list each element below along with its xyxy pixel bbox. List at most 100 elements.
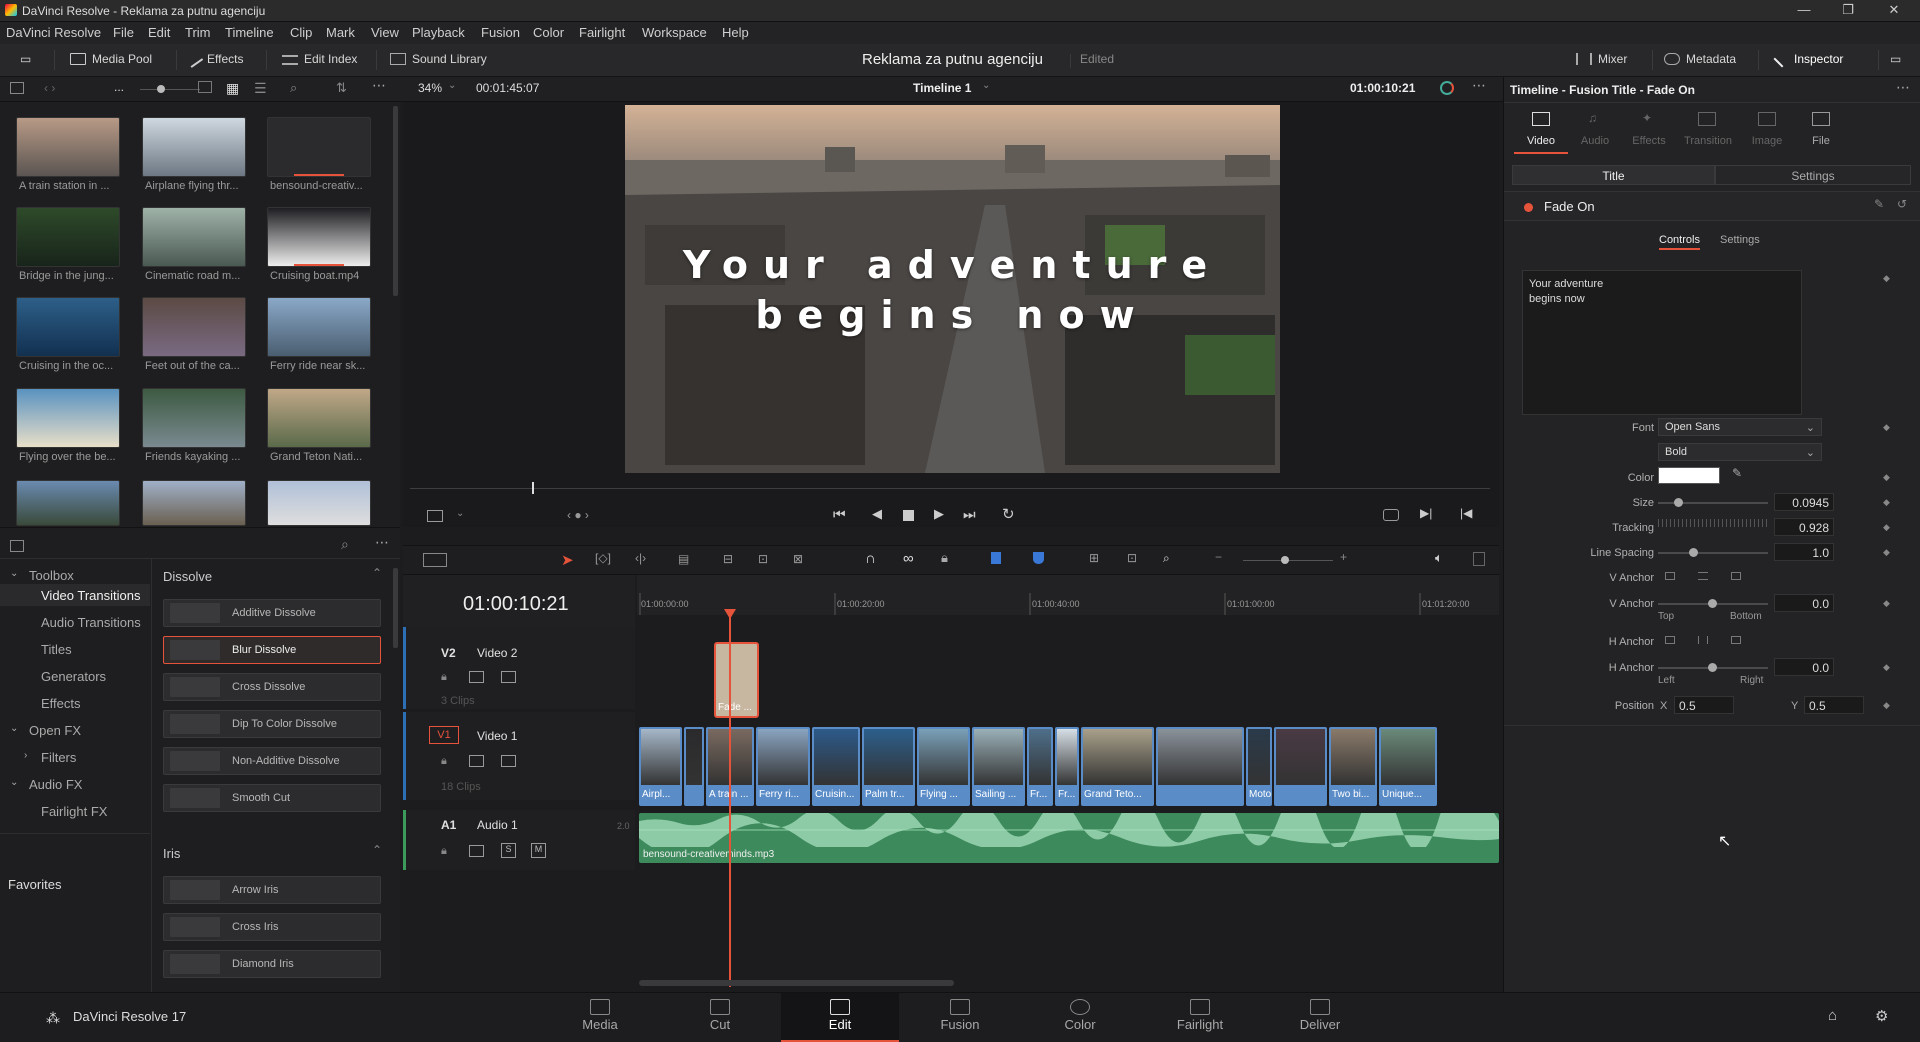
menu-file[interactable]: File: [113, 25, 134, 40]
zoom-in-icon[interactable]: +: [1340, 550, 1347, 564]
prev-edit-icon[interactable]: |◀: [1460, 506, 1472, 520]
edit-index-button[interactable]: Edit Index: [282, 52, 357, 66]
menu-fusion[interactable]: Fusion: [481, 25, 520, 40]
bin-path[interactable]: ...: [114, 80, 124, 94]
effect-arrow-iris[interactable]: Arrow Iris: [163, 876, 381, 904]
keyframe-icon[interactable]: ◆: [1883, 472, 1890, 483]
linked-selection-icon[interactable]: ∞: [903, 550, 914, 567]
viewer-options-icon[interactable]: ⋯: [1472, 77, 1486, 94]
clip-thumbnail[interactable]: [142, 117, 246, 177]
align-middle-icon[interactable]: [1698, 572, 1708, 580]
effects-button[interactable]: Effects: [184, 50, 243, 68]
go-to-end-icon[interactable]: ⏭: [963, 506, 976, 523]
viewer-mode-dropdown-icon[interactable]: ⌄: [456, 508, 464, 519]
clip-thumbnail[interactable]: [16, 207, 120, 267]
lock-icon[interactable]: 🔒︎: [441, 845, 447, 858]
lock-icon[interactable]: 🔒︎: [441, 755, 447, 768]
clip-thumbnail[interactable]: [16, 117, 120, 177]
effects-sidebar-icon[interactable]: [10, 540, 24, 552]
v1-clip[interactable]: Cruisin...: [812, 727, 860, 806]
tree-titles[interactable]: Titles: [41, 642, 72, 657]
iris-header[interactable]: Iris: [163, 846, 180, 861]
mute-button[interactable]: M: [531, 843, 546, 858]
h-anchor-knob[interactable]: [1708, 663, 1717, 672]
position-y-value[interactable]: 0.5: [1804, 696, 1864, 714]
keyframe-icon[interactable]: ◆: [1883, 662, 1890, 673]
audio-clip[interactable]: bensound-creativeminds.mp3: [639, 813, 1499, 863]
clip-thumbnail[interactable]: [16, 388, 120, 448]
page-media[interactable]: Media: [541, 993, 659, 1042]
sidebar-toggle-icon[interactable]: [10, 82, 24, 94]
menu-trim[interactable]: Trim: [185, 25, 211, 40]
monitor-icon[interactable]: ▭: [20, 52, 31, 66]
timeline-dropdown-icon[interactable]: ⌄: [982, 80, 990, 91]
minimize-icon[interactable]: —: [1784, 2, 1824, 17]
menu-fairlight[interactable]: Fairlight: [579, 25, 625, 40]
viewer-mode-icon[interactable]: [427, 510, 443, 522]
zoom-knob[interactable]: [1281, 556, 1289, 564]
flag-icon[interactable]: [991, 552, 1001, 564]
inspector-options-icon[interactable]: ⋯: [1896, 79, 1910, 96]
v1-clip[interactable]: [684, 727, 704, 806]
clip-thumbnail[interactable]: [16, 297, 120, 357]
effect-blur-dissolve[interactable]: Blur Dissolve: [163, 636, 381, 664]
font-select[interactable]: Open Sans ⌄: [1658, 418, 1822, 436]
tree-toolbox[interactable]: Toolbox: [29, 568, 74, 583]
clip-thumbnail[interactable]: [267, 207, 371, 267]
media-pool-button[interactable]: Media Pool: [70, 52, 152, 66]
effect-diamond-iris[interactable]: Diamond Iris: [163, 950, 381, 978]
tracking-slider[interactable]: [1658, 519, 1768, 527]
keyframe-icon[interactable]: ◆: [1883, 547, 1890, 558]
menu-playback[interactable]: Playback: [412, 25, 465, 40]
page-fusion[interactable]: Fusion: [901, 993, 1019, 1042]
tab-controls[interactable]: Controls: [1659, 234, 1700, 250]
page-deliver[interactable]: Deliver: [1261, 993, 1379, 1042]
align-right-icon[interactable]: [1731, 636, 1741, 644]
clip-thumbnail[interactable]: [142, 297, 246, 357]
tree-fairlight-fx[interactable]: Fairlight FX: [41, 804, 107, 819]
home-icon[interactable]: ⌂: [1828, 1007, 1837, 1024]
solo-button[interactable]: S: [501, 843, 516, 858]
keyframe-icon[interactable]: ◆: [1883, 497, 1890, 508]
track-name-v2[interactable]: Video 2: [477, 646, 517, 660]
tree-audio-transitions[interactable]: Audio Transitions: [41, 615, 141, 630]
page-fairlight[interactable]: Fairlight: [1141, 993, 1259, 1042]
marker-icon[interactable]: [1033, 552, 1044, 564]
playhead-line[interactable]: [729, 615, 731, 987]
reset-icon[interactable]: ↺: [1897, 197, 1907, 211]
v1-clip[interactable]: [1274, 727, 1327, 806]
lock-icon[interactable]: 🔒︎: [441, 671, 447, 684]
track-id-v1[interactable]: V1: [429, 726, 459, 744]
track-visibility-icon[interactable]: [501, 755, 516, 767]
v1-clip[interactable]: Unique...: [1379, 727, 1437, 806]
font-style-select[interactable]: Bold ⌄: [1658, 443, 1822, 461]
menu-help[interactable]: Help: [722, 25, 749, 40]
track-visibility-icon[interactable]: [501, 671, 516, 683]
clip-thumbnail[interactable]: [16, 480, 120, 526]
effect-additive-dissolve[interactable]: Additive Dissolve: [163, 599, 381, 627]
speaker-icon[interactable]: 🔈︎: [1435, 550, 1443, 566]
back-forward-icon[interactable]: ‹ ›: [44, 81, 55, 95]
keyframe-icon[interactable]: ◆: [1883, 522, 1890, 533]
zoom-detail-icon[interactable]: ⊡: [1127, 551, 1137, 565]
fullscreen-icon[interactable]: ▭: [1890, 52, 1901, 66]
subtab-settings[interactable]: Settings: [1715, 165, 1911, 185]
search-icon[interactable]: ⌕: [290, 80, 297, 96]
next-edit-icon[interactable]: ▶|: [1420, 506, 1432, 520]
clip-thumbnail[interactable]: [267, 117, 371, 177]
v1-clip[interactable]: Grand Teto...: [1081, 727, 1154, 806]
subtab-title[interactable]: Title: [1512, 165, 1715, 185]
loop-icon[interactable]: ↻: [1002, 505, 1015, 523]
menu-workspace[interactable]: Workspace: [642, 25, 707, 40]
effect-enable-toggle[interactable]: [1524, 203, 1533, 212]
v1-clip[interactable]: Airpl...: [639, 727, 682, 806]
play-icon[interactable]: ▶: [934, 506, 944, 522]
title-clip-fade-on[interactable]: Fade ...: [714, 642, 759, 718]
effect-dip-to-color[interactable]: Dip To Color Dissolve: [163, 710, 381, 738]
options-icon[interactable]: ⋯: [372, 77, 386, 94]
gear-icon[interactable]: ⚙: [1875, 1007, 1888, 1025]
tab-image[interactable]: Image: [1740, 108, 1794, 154]
sound-library-button[interactable]: Sound Library: [390, 52, 487, 66]
fusion-icon[interactable]: ✎: [1874, 197, 1884, 211]
metadata-button[interactable]: Metadata: [1664, 52, 1736, 66]
